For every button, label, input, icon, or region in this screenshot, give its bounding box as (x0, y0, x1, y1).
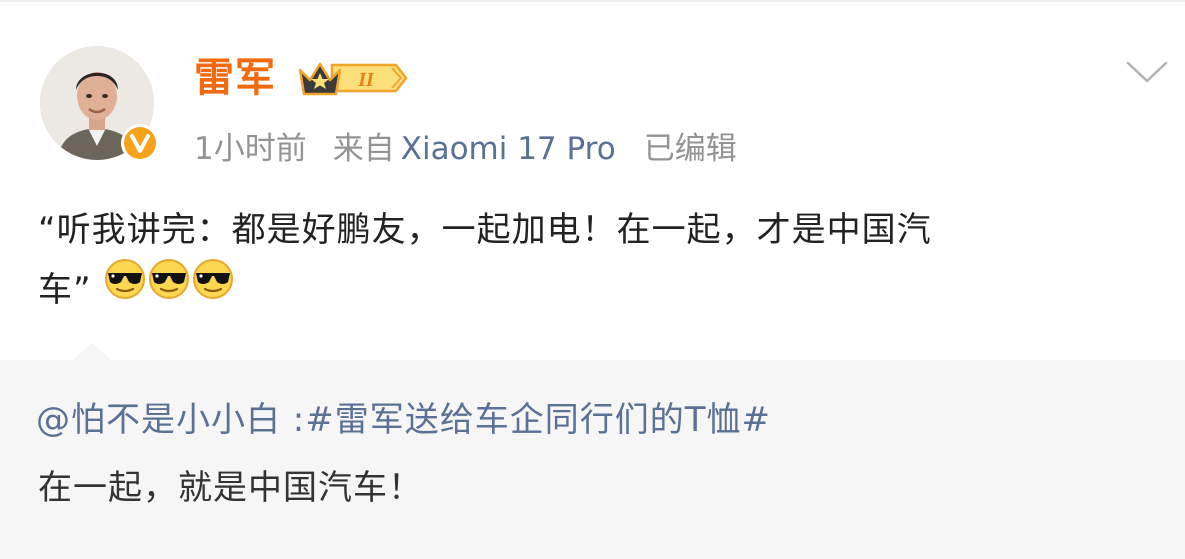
device-link[interactable]: Xiaomi 17 Pro (401, 131, 616, 167)
repost-header: @怕不是小小白 :#雷军送给车企同行们的T恤# (36, 392, 771, 448)
top-divider (0, 0, 1185, 2)
verified-v-icon (130, 134, 150, 153)
member-rank-icon[interactable]: II (296, 56, 410, 104)
repost-caret (72, 342, 112, 366)
repost-text: 在一起，就是中国汽车！ (38, 468, 423, 508)
repost-separator: : (281, 400, 306, 440)
sunglasses-face-icon (191, 257, 235, 320)
post-time: 1小时前 (194, 131, 307, 167)
post-text-line1: “听我讲完：都是好鹏友，一起加电！在一起，才是中国汽 (38, 210, 932, 250)
sunglasses-face-icon (147, 257, 191, 320)
rank-level-label: II (357, 69, 375, 91)
post-text-line2: 车” (38, 270, 92, 310)
verified-badge-icon (121, 124, 159, 162)
author-name[interactable]: 雷军 (194, 52, 276, 104)
source-prefix: 来自 (332, 131, 395, 167)
post-meta: 1小时前 来自 Xiaomi 17 Pro 已编辑 (194, 124, 737, 174)
sunglasses-face-icon (103, 257, 147, 320)
edited-label[interactable]: 已编辑 (644, 131, 737, 167)
repost-hashtag[interactable]: #雷军送给车企同行们的T恤# (305, 400, 771, 440)
chevron-down-icon[interactable] (1125, 59, 1169, 89)
repost-author-mention[interactable]: @怕不是小小白 (36, 400, 281, 440)
post-text: “听我讲完：都是好鹏友，一起加电！在一起，才是中国汽 车” (38, 200, 1173, 320)
